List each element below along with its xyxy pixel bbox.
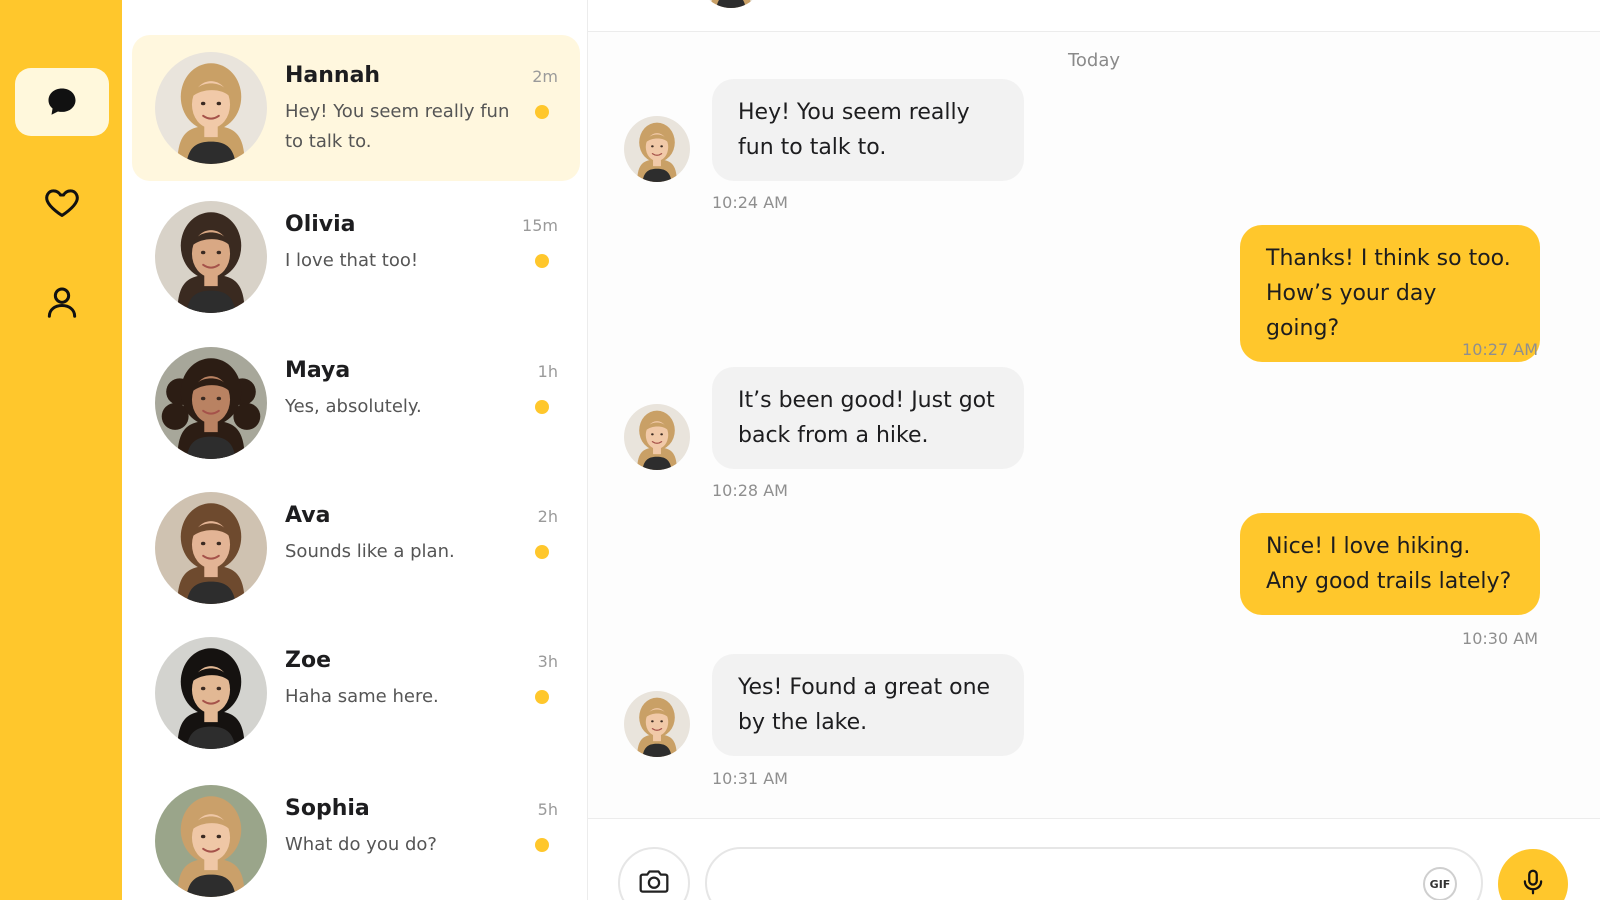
message-timestamp: 10:30 AM: [1462, 629, 1538, 648]
camera-button[interactable]: [618, 847, 690, 900]
chat-bubble-icon: [44, 84, 80, 120]
message-composer: GIF: [588, 818, 1600, 900]
conversation-time: 5h: [537, 800, 558, 819]
rail-item-profile[interactable]: [15, 268, 109, 336]
unread-indicator: [535, 545, 549, 559]
outgoing-message[interactable]: Nice! I love hiking. Any good trails lat…: [1240, 513, 1540, 615]
microphone-icon: [1518, 867, 1548, 900]
contact-name: Zoe: [285, 648, 331, 673]
conversation-item[interactable]: Maya 1h Yes, absolutely.: [132, 330, 580, 476]
message-preview: Haha same here.: [285, 686, 439, 707]
voice-message-button[interactable]: [1498, 849, 1568, 900]
contact-name: Hannah: [285, 63, 381, 88]
conversation-item[interactable]: Olivia 15m I love that too!: [132, 184, 580, 330]
sender-avatar[interactable]: [624, 404, 690, 470]
unread-indicator: [535, 838, 549, 852]
contact-name: Ava: [285, 503, 331, 528]
gif-button[interactable]: GIF: [1423, 867, 1457, 900]
message-timestamp: 10:28 AM: [712, 481, 788, 500]
heart-icon: [43, 183, 81, 221]
chat-header: [588, 0, 1600, 32]
sender-avatar[interactable]: [624, 691, 690, 757]
chat-header-avatar[interactable]: [698, 0, 764, 8]
conversation-time: 2m: [532, 67, 558, 86]
contact-name: Sophia: [285, 796, 370, 821]
message-preview: Hey! You seem really fun to talk to.: [285, 101, 510, 152]
incoming-message[interactable]: Hey! You seem really fun to talk to.: [712, 79, 1024, 181]
avatar: [155, 52, 267, 164]
message-timestamp: 10:27 AM: [1462, 340, 1538, 359]
conversation-item[interactable]: Zoe 3h Haha same here.: [132, 620, 580, 766]
message-timestamp: 10:24 AM: [712, 193, 788, 212]
nav-rail: [0, 0, 122, 900]
avatar: [155, 201, 267, 313]
unread-indicator: [535, 690, 549, 704]
unread-indicator: [535, 400, 549, 414]
incoming-message[interactable]: Yes! Found a great one by the lake.: [712, 654, 1024, 756]
incoming-message[interactable]: It’s been good! Just got back from a hik…: [712, 367, 1024, 469]
message-timestamp: 10:31 AM: [712, 769, 788, 788]
message-preview: What do you do?: [285, 834, 437, 855]
conversation-item[interactable]: Ava 2h Sounds like a plan.: [132, 475, 580, 621]
conversation-time: 15m: [522, 216, 558, 235]
message-preview: Sounds like a plan.: [285, 541, 455, 562]
day-separator: Today: [1067, 50, 1121, 71]
camera-icon: [637, 864, 671, 900]
chat-panel: Today Hey! You seem really fun to talk t…: [588, 0, 1600, 900]
message-input[interactable]: [705, 847, 1483, 900]
avatar: [155, 785, 267, 897]
conversation-time: 3h: [537, 652, 558, 671]
message-preview: Yes, absolutely.: [285, 396, 422, 417]
rail-item-likes[interactable]: [15, 168, 109, 236]
conversation-item[interactable]: Hannah 2m Hey! You seem really fun to talk…: [132, 35, 580, 181]
avatar: [155, 347, 267, 459]
unread-indicator: [535, 254, 549, 268]
sender-avatar[interactable]: [624, 116, 690, 182]
avatar: [155, 637, 267, 749]
rail-item-chats[interactable]: [15, 68, 109, 136]
avatar: [155, 492, 267, 604]
message-preview: I love that too!: [285, 250, 419, 271]
conversation-item[interactable]: Sophia 5h What do you do?: [132, 768, 580, 900]
unread-indicator: [535, 105, 549, 119]
user-icon: [43, 283, 81, 321]
contact-name: Olivia: [285, 212, 356, 237]
conversation-time: 2h: [537, 507, 558, 526]
conversation-list: Hannah 2m Hey! You seem really fun to talk…: [122, 0, 588, 900]
conversation-time: 1h: [537, 362, 558, 381]
contact-name: Maya: [285, 358, 351, 383]
